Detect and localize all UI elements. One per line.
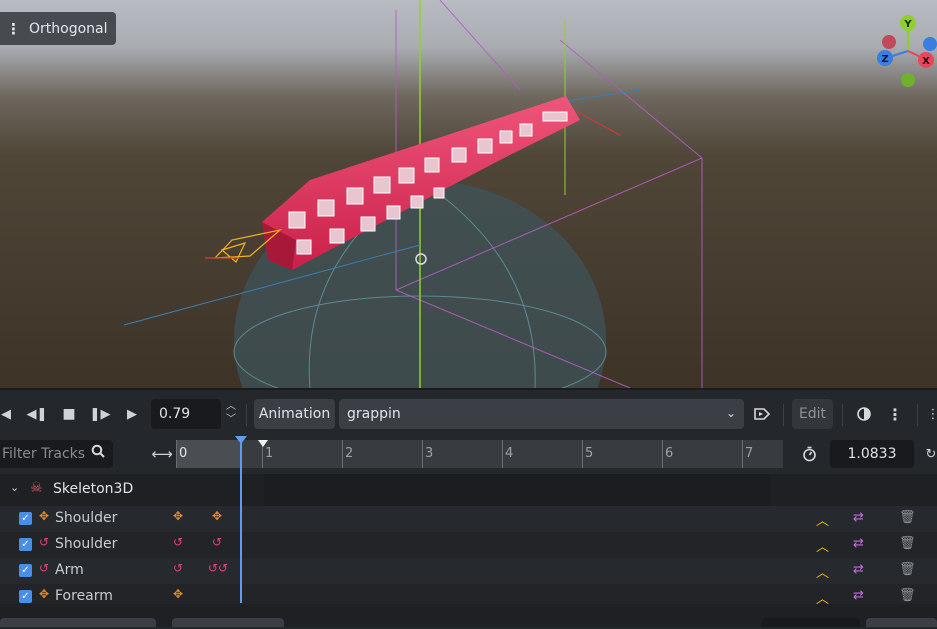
interpolation-icon[interactable]: ︿	[816, 536, 829, 555]
bottom-button[interactable]	[0, 618, 156, 627]
edit-button[interactable]: Edit	[792, 399, 833, 429]
animation-menu-button[interactable]: Animation	[254, 399, 335, 429]
trash-icon[interactable]: 🗑	[899, 536, 916, 551]
separator	[783, 404, 784, 426]
track-label: Forearm	[55, 588, 113, 604]
ruler-tick: 5	[582, 440, 593, 468]
current-time-field[interactable]: 0.79	[151, 399, 221, 429]
track-group-keys	[264, 474, 770, 506]
loop-wrap-icon[interactable]: ⇄	[853, 588, 864, 603]
rotation-track-icon: ↺	[212, 535, 223, 549]
track-row[interactable]: ✓ ↺ Shoulder ↺ ↺ ︿ ⇄ 🗑	[0, 532, 937, 558]
track-label: Shoulder	[55, 536, 118, 552]
bottom-toolbar	[0, 604, 937, 627]
bottom-button[interactable]	[172, 618, 284, 627]
loop-wrap-icon[interactable]: ⇄	[853, 536, 864, 551]
ruler-tick: 3	[422, 440, 433, 468]
checkbox-checked-icon[interactable]: ✓	[19, 512, 32, 525]
ruler-tick: 4	[502, 440, 513, 468]
track-group-label: Skeleton3D	[53, 481, 134, 497]
track-row[interactable]: ✓ ↺ Arm ↺ ↺↺ ︿ ⇄ 🗑	[0, 558, 937, 584]
position-track-icon: ✥	[39, 509, 50, 523]
onion-skin-icon[interactable]	[854, 398, 874, 430]
loop-wrap-icon[interactable]: ⇄	[853, 510, 864, 525]
scene-render	[0, 0, 937, 388]
bottom-field[interactable]	[762, 618, 860, 627]
3d-viewport[interactable]: ⋮ Orthogonal Y X Z	[0, 0, 937, 388]
loop-wrap-icon[interactable]: ⇄	[853, 562, 864, 577]
pin-icon[interactable]: ⋮	[927, 398, 937, 430]
track-group-row[interactable]: ⌄ ☠ Skeleton3D	[0, 474, 937, 506]
position-track-icon: ✥	[212, 509, 223, 523]
position-track-icon: ✥	[39, 587, 50, 601]
kebab-menu-icon: ⋮	[6, 19, 21, 38]
chevron-down-icon: ⌄	[725, 406, 736, 420]
rotation-track-icon: ↺	[173, 535, 184, 549]
zoom-fit-icon[interactable]: ⟷	[151, 438, 173, 470]
rotation-track-icon: ↺↺	[208, 561, 229, 575]
track-row[interactable]: ✓ ✥ Shoulder ✥ ✥ ︿ ⇄ 🗑	[0, 506, 937, 532]
play-icon[interactable]: ▶	[122, 398, 142, 430]
animation-toolbar: ◀ ◀❚ ■ ❚▶ ▶ 0.79 ︿ ﹀ Animation grappin ⌄ …	[0, 398, 937, 432]
animation-select[interactable]: grappin ⌄	[339, 399, 744, 429]
ruler-tick: 2	[342, 440, 353, 468]
play-from-start-icon[interactable]: ❚▶	[89, 398, 111, 430]
animation-panel: ◀ ◀❚ ■ ❚▶ ▶ 0.79 ︿ ﹀ Animation grappin ⌄ …	[0, 388, 937, 629]
track-label: Arm	[55, 562, 84, 578]
gizmo-x-label: X	[922, 56, 930, 67]
ruler-tick: 0	[176, 440, 187, 468]
axis-gizmo[interactable]: Y X Z	[868, 14, 937, 92]
search-icon	[91, 444, 105, 462]
rotation-track-icon: ↺	[39, 535, 50, 549]
loop-icon[interactable]: ↻	[925, 438, 937, 470]
ruler-tick: 6	[662, 440, 673, 468]
animation-name: grappin	[347, 406, 401, 422]
time-spinner-icon[interactable]: ︿ ﹀	[224, 400, 238, 428]
trash-icon[interactable]: 🗑	[899, 510, 916, 525]
timeline-ruler[interactable]: 0 1 2 3 4 5 6 7	[176, 440, 783, 468]
playhead[interactable]	[240, 438, 242, 603]
gizmo-y-label: Y	[903, 19, 912, 30]
skull-icon: ☠	[30, 480, 43, 496]
trash-icon[interactable]: 🗑	[899, 562, 916, 577]
checkbox-checked-icon[interactable]: ✓	[19, 564, 32, 577]
filter-tracks-input[interactable]: Filter Tracks	[0, 440, 113, 468]
track-label: Shoulder	[55, 510, 118, 526]
animation-length-field[interactable]: 1.0833	[830, 440, 914, 468]
more-options-icon[interactable]: ⋮	[886, 398, 904, 430]
timeline-header: Filter Tracks ⟷ 0 1 2 3 4 5 6 7 1.0833 ↻	[0, 440, 937, 468]
end-marker-icon	[258, 440, 268, 447]
trash-icon[interactable]: 🗑	[899, 588, 916, 603]
view-mode-menu[interactable]: ⋮ Orthogonal	[0, 12, 116, 45]
chevron-down-icon[interactable]: ⌄	[10, 481, 19, 494]
bottom-button[interactable]	[866, 618, 937, 627]
stop-icon[interactable]: ■	[59, 398, 79, 430]
interpolation-icon[interactable]: ︿	[816, 510, 829, 529]
position-track-icon: ✥	[173, 587, 184, 601]
ruler-tick: 7	[742, 440, 753, 468]
position-track-icon: ✥	[173, 509, 184, 523]
checkbox-checked-icon[interactable]: ✓	[19, 590, 32, 603]
interpolation-icon[interactable]: ︿	[816, 562, 829, 581]
view-mode-label: Orthogonal	[29, 20, 108, 37]
play-backwards-from-end-icon[interactable]: ◀❚	[26, 398, 48, 430]
rotation-track-icon: ↺	[173, 561, 184, 575]
rotation-track-icon: ↺	[39, 561, 50, 575]
gizmo-z-label: Z	[881, 54, 888, 65]
filter-tracks-placeholder: Filter Tracks	[2, 446, 86, 462]
checkbox-checked-icon[interactable]: ✓	[19, 538, 32, 551]
stopwatch-icon[interactable]	[799, 438, 819, 470]
separator	[917, 404, 918, 426]
separator	[246, 404, 247, 426]
play-backwards-icon[interactable]: ◀	[0, 398, 12, 430]
separator	[842, 404, 843, 426]
autoplay-tag-icon[interactable]	[752, 398, 772, 430]
